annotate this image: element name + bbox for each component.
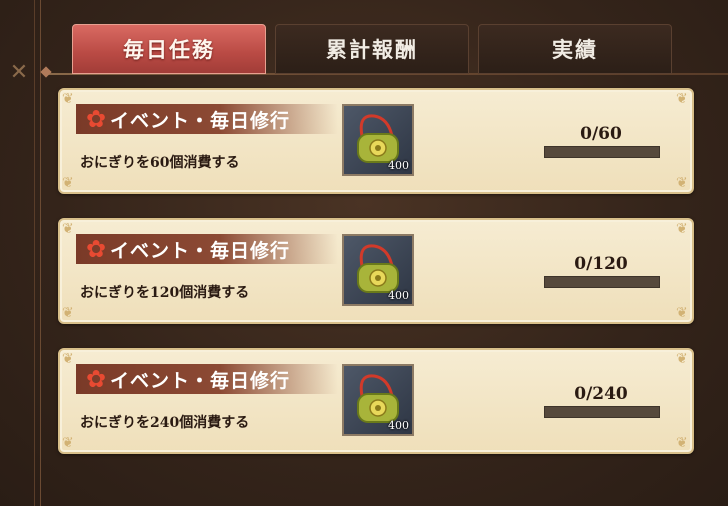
- mission-card: ❦ ❦ ❦ ❦ ✿ イベント・毎日修行 おにぎりを240個消費する 400 0/…: [58, 348, 694, 454]
- reward-item[interactable]: 400: [342, 104, 414, 176]
- mission-description: おにぎりを60個消費する: [80, 155, 240, 171]
- flower-icon: ✿: [85, 365, 107, 393]
- corner-ornament-icon: ❦: [676, 351, 688, 367]
- progress-text: 0/60: [580, 124, 622, 144]
- corner-ornament-icon: ❦: [62, 221, 74, 237]
- progress-bar: [544, 406, 660, 418]
- reward-quantity: 400: [388, 159, 409, 172]
- mission-description: おにぎりを240個消費する: [80, 415, 250, 431]
- progress-bar: [544, 146, 660, 158]
- mission-category: イベント・毎日修行: [110, 109, 291, 132]
- reward-item[interactable]: 400: [342, 364, 414, 436]
- corner-ornament-icon: ❦: [676, 221, 688, 237]
- progress-text: 0/240: [574, 384, 628, 404]
- tab-cumulative[interactable]: 累計報酬: [275, 24, 469, 74]
- corner-ornament-icon: ❦: [676, 175, 688, 191]
- mission-card: ❦ ❦ ❦ ❦ ✿ イベント・毎日修行 おにぎりを60個消費する 400 0/6…: [58, 88, 694, 194]
- divider-diamond: [40, 66, 52, 78]
- flower-icon: ✿: [85, 235, 107, 263]
- mission-category-banner: ✿ イベント・毎日修行: [76, 364, 338, 394]
- mission-category-banner: ✿ イベント・毎日修行: [76, 234, 338, 264]
- mission-category: イベント・毎日修行: [110, 369, 291, 392]
- tab-achievements[interactable]: 実績: [478, 24, 672, 74]
- corner-ornament-icon: ❦: [62, 305, 74, 321]
- progress-bar: [544, 276, 660, 288]
- flower-icon: ✿: [85, 105, 107, 133]
- corner-ornament-icon: ❦: [676, 305, 688, 321]
- corner-ornament-icon: ❦: [676, 91, 688, 107]
- tab-bar: 毎日任務 累計報酬 実績: [72, 24, 672, 74]
- reward-quantity: 400: [388, 289, 409, 302]
- corner-ornament-icon: ❦: [62, 91, 74, 107]
- corner-ornament-icon: ❦: [62, 175, 74, 191]
- progress-text: 0/120: [574, 254, 628, 274]
- mission-category-banner: ✿ イベント・毎日修行: [76, 104, 338, 134]
- mission-card: ❦ ❦ ❦ ❦ ✿ イベント・毎日修行 おにぎりを120個消費する 400 0/…: [58, 218, 694, 324]
- mission-category: イベント・毎日修行: [110, 239, 291, 262]
- tab-daily[interactable]: 毎日任務: [72, 24, 266, 74]
- reward-quantity: 400: [388, 419, 409, 432]
- ornament-icon: ✕: [9, 60, 29, 85]
- mission-description: おにぎりを120個消費する: [80, 285, 250, 301]
- corner-ornament-icon: ❦: [676, 435, 688, 451]
- reward-item[interactable]: 400: [342, 234, 414, 306]
- corner-ornament-icon: ❦: [62, 351, 74, 367]
- corner-ornament-icon: ❦: [62, 435, 74, 451]
